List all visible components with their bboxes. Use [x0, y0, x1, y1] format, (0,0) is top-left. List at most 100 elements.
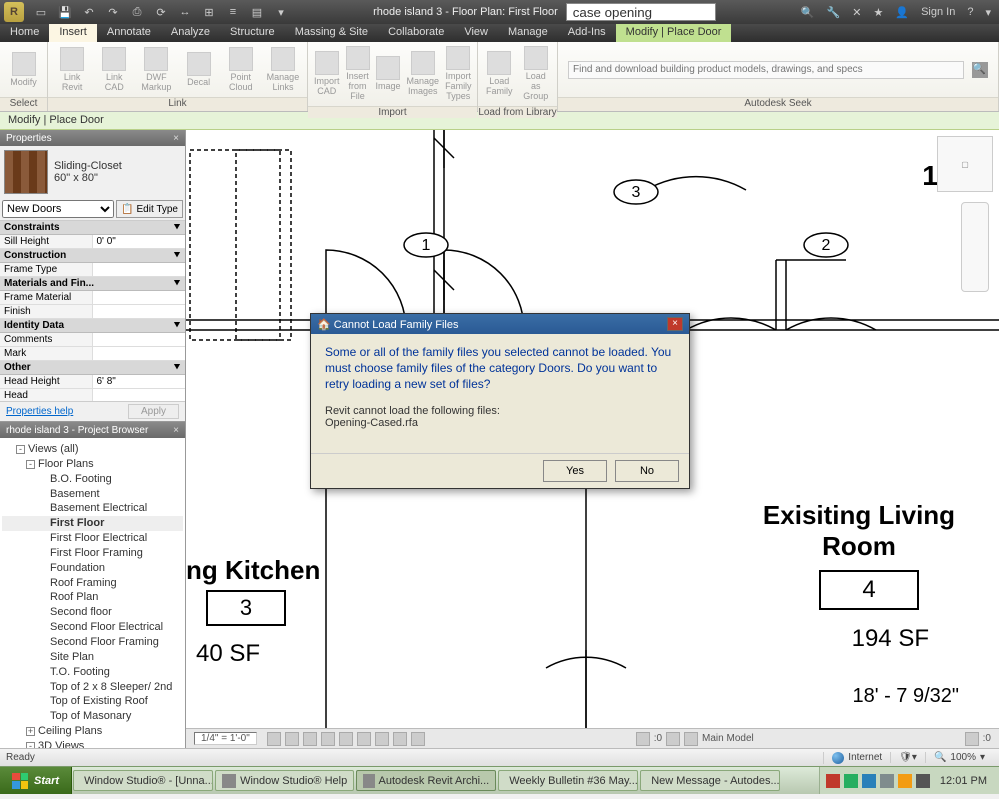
prop-row[interactable]: Head — [0, 389, 185, 401]
worksets-icon[interactable] — [684, 732, 698, 746]
tray-icon[interactable] — [880, 774, 894, 788]
shadows-icon[interactable] — [321, 732, 335, 746]
tray-icon[interactable] — [844, 774, 858, 788]
prop-row[interactable]: Mark — [0, 347, 185, 361]
tab-collaborate[interactable]: Collaborate — [378, 24, 454, 42]
seek-search-input[interactable] — [568, 61, 964, 79]
close-icon[interactable]: × — [173, 133, 179, 144]
apply-button[interactable]: Apply — [128, 404, 179, 419]
taskbar-task[interactable]: Weekly Bulletin #36 May... — [498, 770, 638, 791]
tab-structure[interactable]: Structure — [220, 24, 285, 42]
rendering-icon[interactable] — [339, 732, 353, 746]
seek-search-icon[interactable]: 🔍 — [972, 62, 988, 78]
edit-type-button[interactable]: 📋 Edit Type — [116, 200, 183, 218]
tab-view[interactable]: View — [454, 24, 498, 42]
tab-context-modify[interactable]: Modify | Place Door — [616, 24, 732, 42]
start-button[interactable]: Start — [0, 767, 72, 794]
hide-isolate-icon[interactable] — [393, 732, 407, 746]
ribbon-btn-decal[interactable]: Decal — [179, 50, 219, 90]
close-icon[interactable]: × — [173, 425, 179, 436]
type-selector[interactable]: New Doors — [2, 200, 114, 218]
tab-massing-site[interactable]: Massing & Site — [285, 24, 378, 42]
help-icon[interactable]: ? — [963, 6, 977, 18]
system-tray[interactable]: 12:01 PM — [819, 767, 999, 794]
signin-icon[interactable]: 👤 — [891, 6, 913, 19]
tree-item[interactable]: First Floor Electrical — [2, 531, 183, 546]
qat-thin-lines-icon[interactable]: ≡ — [222, 2, 244, 22]
qat-switch-icon[interactable]: ▾ — [270, 2, 292, 22]
favorites-icon[interactable]: ★ — [870, 6, 888, 19]
ribbon-btn-import-family-types[interactable]: Import Family Types — [443, 44, 474, 104]
taskbar-clock[interactable]: 12:01 PM — [934, 775, 993, 787]
no-button[interactable]: No — [615, 460, 679, 482]
prop-row[interactable]: Head Height6' 8" — [0, 375, 185, 389]
prop-row[interactable]: Frame Material — [0, 291, 185, 305]
ribbon-btn-load-as-group[interactable]: Load as Group — [519, 44, 554, 104]
reveal-hidden-icon[interactable] — [411, 732, 425, 746]
ribbon-btn-dwf-markup[interactable]: DWF Markup — [136, 45, 176, 95]
tree-item[interactable]: Second Floor Framing — [2, 635, 183, 650]
qat-close-views-icon[interactable]: ▤ — [246, 2, 268, 22]
tree-item[interactable]: First Floor — [2, 516, 183, 531]
prop-row[interactable]: Finish — [0, 305, 185, 319]
taskbar-task[interactable]: Window Studio® Help — [215, 770, 354, 791]
tree-item[interactable]: Top of Masonary — [2, 709, 183, 724]
navigation-bar[interactable] — [961, 202, 989, 292]
qat-open-icon[interactable]: ▭ — [30, 2, 52, 22]
qat-undo-icon[interactable]: ↶ — [78, 2, 100, 22]
ribbon-btn-import-cad[interactable]: Import CAD — [312, 49, 342, 99]
prop-row[interactable]: Comments — [0, 333, 185, 347]
qat-print-icon[interactable]: ⎙ — [126, 2, 148, 22]
tree-item[interactable]: Site Plan — [2, 650, 183, 665]
prop-row[interactable]: Sill Height0' 0" — [0, 235, 185, 249]
yes-button[interactable]: Yes — [543, 460, 607, 482]
ribbon-btn-modify[interactable]: Modify — [4, 50, 43, 90]
prop-section[interactable]: Materials and Fin...⯆ — [0, 277, 185, 291]
qat-redo-icon[interactable]: ↷ — [102, 2, 124, 22]
tray-icon[interactable] — [862, 774, 876, 788]
tray-icon[interactable] — [898, 774, 912, 788]
project-browser[interactable]: -Views (all)-Floor PlansB.O. FootingBase… — [0, 438, 185, 748]
qat-save-icon[interactable]: 💾 — [54, 2, 76, 22]
ribbon-btn-load-family[interactable]: Load Family — [482, 49, 517, 99]
tray-icon[interactable] — [916, 774, 930, 788]
tree-item[interactable]: Foundation — [2, 561, 183, 576]
crop-region-icon[interactable] — [375, 732, 389, 746]
qat-snap-icon[interactable]: ⊞ — [198, 2, 220, 22]
prop-row[interactable]: Frame Type — [0, 263, 185, 277]
sun-path-icon[interactable] — [303, 732, 317, 746]
editable-only-icon[interactable] — [666, 732, 680, 746]
view-cube[interactable]: ▢ — [937, 136, 993, 192]
ribbon-btn-manage-links[interactable]: Manage Links — [263, 45, 303, 95]
tree-item[interactable]: Top of Existing Roof — [2, 694, 183, 709]
tab-manage[interactable]: Manage — [498, 24, 558, 42]
ribbon-btn-link-revit[interactable]: Link Revit — [52, 45, 92, 95]
taskbar-task[interactable]: Window Studio® - [Unna... — [73, 770, 213, 791]
subscription-icon[interactable]: 🔧 — [823, 6, 845, 19]
help-dropdown-icon[interactable]: ▾ — [981, 6, 995, 19]
filter-icon[interactable] — [636, 732, 650, 746]
tab-analyze[interactable]: Analyze — [161, 24, 220, 42]
properties-help-link[interactable]: Properties help — [6, 406, 73, 417]
qat-sync-icon[interactable]: ⟳ — [150, 2, 172, 22]
tree-item[interactable]: Basement Electrical — [2, 501, 183, 516]
dialog-close-icon[interactable]: × — [667, 317, 683, 331]
tree-item[interactable]: Roof Framing — [2, 576, 183, 591]
main-model-label[interactable]: Main Model — [702, 733, 754, 744]
prop-section[interactable]: Constraints⯆ — [0, 221, 185, 235]
tree-item[interactable]: Basement — [2, 487, 183, 502]
tree-item[interactable]: Second floor — [2, 605, 183, 620]
taskbar-task[interactable]: New Message - Autodes... — [640, 770, 780, 791]
detail-level-icon[interactable] — [267, 732, 281, 746]
tab-annotate[interactable]: Annotate — [97, 24, 161, 42]
ribbon-btn-image[interactable]: Image — [374, 54, 403, 94]
tray-icon[interactable] — [826, 774, 840, 788]
qat-measure-icon[interactable]: ↔ — [174, 2, 196, 22]
tree-item[interactable]: First Floor Framing — [2, 546, 183, 561]
ribbon-btn-manage-images[interactable]: Manage Images — [405, 49, 442, 99]
ribbon-btn-link-cad[interactable]: Link CAD — [94, 45, 134, 95]
infocenter-search-icon[interactable]: 🔍 — [797, 6, 819, 19]
app-menu-icon[interactable]: R — [4, 2, 24, 22]
prop-section[interactable]: Other⯆ — [0, 361, 185, 375]
infocenter-search-input[interactable] — [566, 3, 716, 21]
